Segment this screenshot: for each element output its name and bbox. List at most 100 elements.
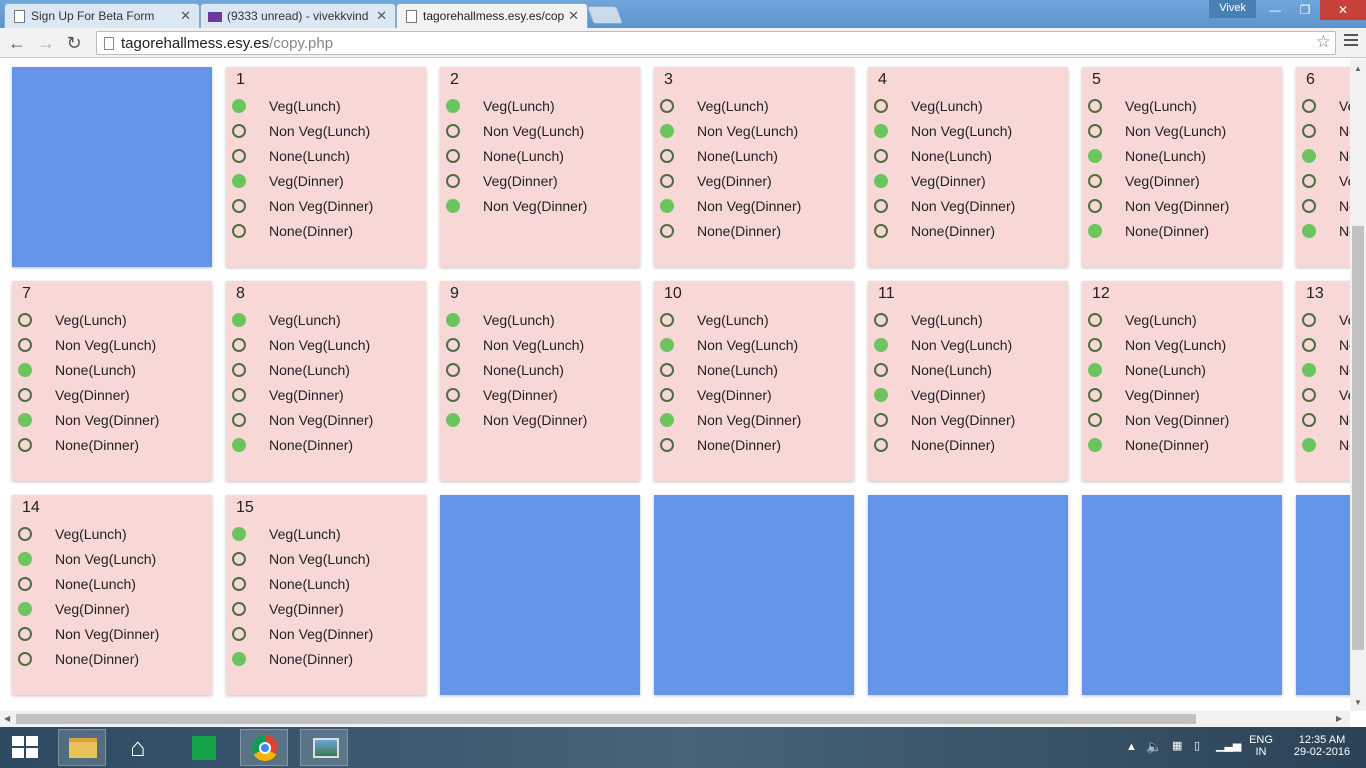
radio-button[interactable] xyxy=(660,388,674,402)
radio-button[interactable] xyxy=(1088,413,1102,427)
radio-button[interactable] xyxy=(446,124,460,138)
radio-button[interactable] xyxy=(232,527,246,541)
radio-button[interactable] xyxy=(232,224,246,238)
meal-option-veg-lunch[interactable]: Veg(Lunch) xyxy=(660,312,850,332)
radio-button[interactable] xyxy=(18,627,32,641)
radio-button[interactable] xyxy=(232,363,246,377)
meal-option-nonveg-dinner[interactable]: Non Veg(Dinner) xyxy=(232,412,422,432)
radio-button[interactable] xyxy=(1088,363,1102,377)
meal-option-nonveg-lunch[interactable]: Non Veg(Lunch) xyxy=(874,337,1064,357)
meal-option-none-lunch[interactable]: None(Lunch) xyxy=(660,148,850,168)
meal-option-veg-lunch[interactable]: Veg(Lunch) xyxy=(18,526,208,546)
radio-button[interactable] xyxy=(1302,124,1316,138)
meal-option-veg-dinner[interactable]: Veg(Dinner) xyxy=(232,387,422,407)
meal-option-veg-lunch[interactable]: Veg(Lunch) xyxy=(1088,98,1278,118)
meal-option-none-lunch[interactable]: None(Lunch) xyxy=(232,148,422,168)
meal-option-veg-dinner[interactable]: Veg(Dinner) xyxy=(874,173,1064,193)
windows-start-icon[interactable] xyxy=(12,736,38,758)
reload-icon[interactable]: ↻ xyxy=(63,32,85,54)
radio-button[interactable] xyxy=(232,577,246,591)
battery-icon[interactable]: ▯ xyxy=(1194,739,1200,752)
language-indicator[interactable]: ENG IN xyxy=(1246,734,1276,758)
radio-button[interactable] xyxy=(1302,338,1316,352)
radio-button[interactable] xyxy=(232,99,246,113)
meal-option-none-dinner[interactable]: None(Dinner) xyxy=(1088,437,1278,457)
radio-button[interactable] xyxy=(446,363,460,377)
meal-option-none-lunch[interactable]: None(Lunch) xyxy=(1302,362,1350,382)
meal-option-veg-dinner[interactable]: Veg(Dinner) xyxy=(660,173,850,193)
back-icon[interactable]: ← xyxy=(6,32,28,54)
close-tab-icon[interactable]: ✕ xyxy=(180,8,191,24)
radio-button[interactable] xyxy=(874,338,888,352)
meal-option-none-dinner[interactable]: None(Dinner) xyxy=(874,437,1064,457)
meal-option-none-lunch[interactable]: None(Lunch) xyxy=(1088,362,1278,382)
bookmark-star-icon[interactable]: ☆ xyxy=(1316,32,1331,52)
meal-option-veg-dinner[interactable]: Veg(Dinner) xyxy=(18,601,208,621)
radio-button[interactable] xyxy=(874,174,888,188)
meal-option-none-dinner[interactable]: None(Dinner) xyxy=(18,437,208,457)
radio-button[interactable] xyxy=(446,338,460,352)
meal-option-veg-dinner[interactable]: Veg(Dinner) xyxy=(660,387,850,407)
meal-option-none-dinner[interactable]: None(Dinner) xyxy=(660,437,850,457)
radio-button[interactable] xyxy=(1088,438,1102,452)
meal-option-none-lunch[interactable]: None(Lunch) xyxy=(660,362,850,382)
close-window-icon[interactable]: ✕ xyxy=(1320,0,1366,20)
horizontal-scroll-thumb[interactable] xyxy=(16,714,1196,724)
radio-button[interactable] xyxy=(660,413,674,427)
meal-option-nonveg-dinner[interactable]: Non Veg(Dinner) xyxy=(1088,198,1278,218)
home-icon[interactable]: ⌂ xyxy=(120,729,168,766)
meal-option-veg-lunch[interactable]: Veg(Lunch) xyxy=(1088,312,1278,332)
meal-option-nonveg-dinner[interactable]: Non Veg(Dinner) xyxy=(232,626,422,646)
meal-option-nonveg-lunch[interactable]: Non Veg(Lunch) xyxy=(18,337,208,357)
radio-button[interactable] xyxy=(1088,199,1102,213)
radio-button[interactable] xyxy=(1302,313,1316,327)
radio-button[interactable] xyxy=(1088,149,1102,163)
radio-button[interactable] xyxy=(1302,174,1316,188)
meal-option-none-dinner[interactable]: None(Dinner) xyxy=(1088,223,1278,243)
meal-option-none-lunch[interactable]: None(Lunch) xyxy=(18,362,208,382)
meal-option-veg-dinner[interactable]: Veg(Dinner) xyxy=(446,387,636,407)
radio-button[interactable] xyxy=(660,149,674,163)
radio-button[interactable] xyxy=(232,552,246,566)
radio-button[interactable] xyxy=(232,413,246,427)
meal-option-nonveg-lunch[interactable]: Non Veg(Lunch) xyxy=(1302,123,1350,143)
meal-option-veg-dinner[interactable]: Veg(Dinner) xyxy=(1302,173,1350,193)
radio-button[interactable] xyxy=(18,363,32,377)
radio-button[interactable] xyxy=(232,652,246,666)
meal-option-veg-lunch[interactable]: Veg(Lunch) xyxy=(446,98,636,118)
radio-button[interactable] xyxy=(874,199,888,213)
show-hidden-icons[interactable]: ▲ xyxy=(1126,741,1137,753)
new-tab-button[interactable] xyxy=(586,6,624,24)
radio-button[interactable] xyxy=(1302,224,1316,238)
radio-button[interactable] xyxy=(874,99,888,113)
meal-option-nonveg-dinner[interactable]: Non Veg(Dinner) xyxy=(660,412,850,432)
meal-option-nonveg-lunch[interactable]: Non Veg(Lunch) xyxy=(232,551,422,571)
radio-button[interactable] xyxy=(1302,438,1316,452)
radio-button[interactable] xyxy=(660,363,674,377)
radio-button[interactable] xyxy=(1088,388,1102,402)
meal-option-nonveg-dinner[interactable]: Non Veg(Dinner) xyxy=(18,412,208,432)
volume-icon[interactable]: 🔈 xyxy=(1146,739,1162,755)
meal-option-veg-lunch[interactable]: Veg(Lunch) xyxy=(232,526,422,546)
radio-button[interactable] xyxy=(660,338,674,352)
close-tab-icon[interactable]: ✕ xyxy=(568,8,579,24)
radio-button[interactable] xyxy=(1088,338,1102,352)
radio-button[interactable] xyxy=(660,174,674,188)
close-tab-icon[interactable]: ✕ xyxy=(376,8,387,24)
radio-button[interactable] xyxy=(874,224,888,238)
meal-option-nonveg-dinner[interactable]: Non Veg(Dinner) xyxy=(874,412,1064,432)
radio-button[interactable] xyxy=(18,652,32,666)
tab-sign-up[interactable]: Sign Up For Beta Form ✕ xyxy=(4,3,200,28)
tab-mail[interactable]: (9333 unread) - vivekkvind ✕ xyxy=(200,3,396,28)
meal-option-veg-dinner[interactable]: Veg(Dinner) xyxy=(874,387,1064,407)
meal-option-nonveg-dinner[interactable]: Non Veg(Dinner) xyxy=(232,198,422,218)
radio-button[interactable] xyxy=(232,313,246,327)
meal-option-none-lunch[interactable]: None(Lunch) xyxy=(1302,148,1350,168)
meal-option-veg-lunch[interactable]: Veg(Lunch) xyxy=(18,312,208,332)
meal-option-veg-dinner[interactable]: Veg(Dinner) xyxy=(446,173,636,193)
radio-button[interactable] xyxy=(874,313,888,327)
meal-option-veg-dinner[interactable]: Veg(Dinner) xyxy=(1088,173,1278,193)
scroll-down-icon[interactable]: ▼ xyxy=(1354,698,1362,707)
radio-button[interactable] xyxy=(1088,224,1102,238)
meal-option-nonveg-lunch[interactable]: Non Veg(Lunch) xyxy=(232,337,422,357)
